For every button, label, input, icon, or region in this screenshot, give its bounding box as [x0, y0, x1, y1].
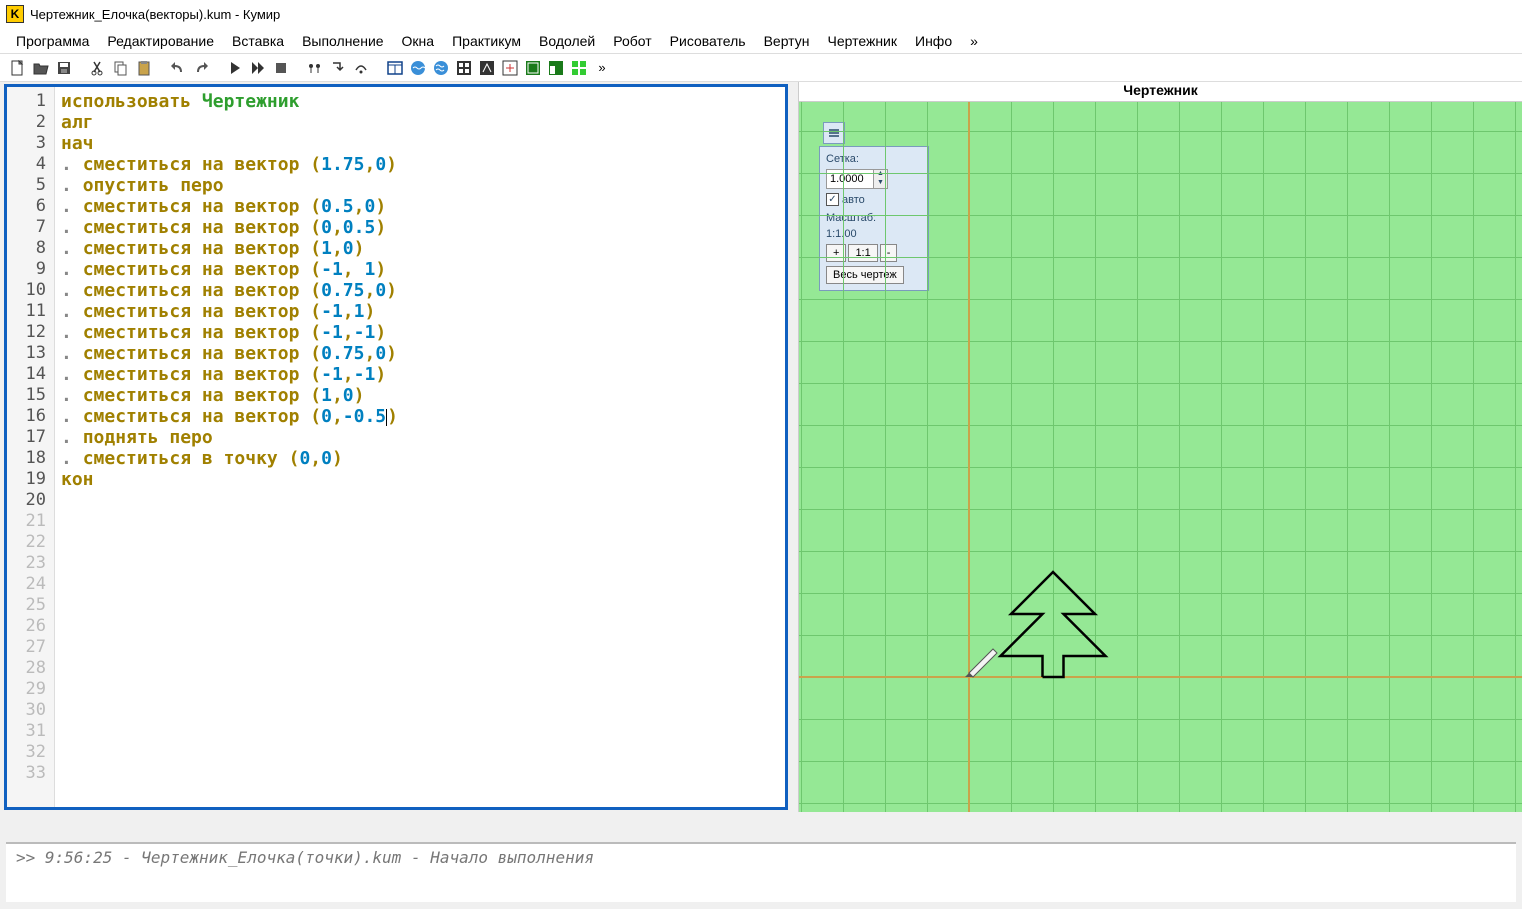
vertun-icon[interactable]	[500, 58, 520, 78]
save-file-icon[interactable]	[54, 58, 74, 78]
menu-Выполнение[interactable]: Выполнение	[294, 30, 391, 52]
toolbar: »	[0, 54, 1522, 82]
stop-icon[interactable]	[271, 58, 291, 78]
cut-icon[interactable]	[88, 58, 108, 78]
drafter2-icon[interactable]	[546, 58, 566, 78]
undo-icon[interactable]	[168, 58, 188, 78]
run-fast-icon[interactable]	[248, 58, 268, 78]
line-gutter: 1234567891011121314151617181920212223242…	[7, 87, 55, 807]
menu-Инфо[interactable]: Инфо	[907, 30, 960, 52]
step-icon[interactable]	[305, 58, 325, 78]
menu-Практикум[interactable]: Практикум	[444, 30, 529, 52]
menu-Редактирование[interactable]: Редактирование	[99, 30, 222, 52]
pen-icon	[965, 641, 1005, 681]
menu-Робот[interactable]: Робот	[605, 30, 659, 52]
title-bar: K Чертежник_Елочка(векторы).kum - Кумир	[0, 0, 1522, 28]
drafter-title: Чертежник	[799, 82, 1522, 102]
paste-icon[interactable]	[134, 58, 154, 78]
app-icon: K	[6, 5, 24, 23]
menu-Чертежник[interactable]: Чертежник	[819, 30, 905, 52]
main-area: 1234567891011121314151617181920212223242…	[0, 82, 1522, 812]
drafter-canvas[interactable]: Сетка: ▲▼ ✓ авто Масштаб: 1:1.00 + 1:1 -…	[799, 102, 1522, 812]
new-file-icon[interactable]	[8, 58, 28, 78]
redo-icon[interactable]	[191, 58, 211, 78]
menu-Рисователь[interactable]: Рисователь	[662, 30, 754, 52]
menu-Окна[interactable]: Окна	[394, 30, 443, 52]
toolbar-more[interactable]: »	[592, 58, 612, 78]
step-into-icon[interactable]	[328, 58, 348, 78]
menu-Программа[interactable]: Программа	[8, 30, 97, 52]
window-icon[interactable]	[385, 58, 405, 78]
menu-Водолей[interactable]: Водолей	[531, 30, 603, 52]
menu-bar: ПрограммаРедактированиеВставкаВыполнение…	[0, 28, 1522, 54]
code-editor[interactable]: 1234567891011121314151617181920212223242…	[4, 84, 788, 810]
robot-icon[interactable]	[454, 58, 474, 78]
copy-icon[interactable]	[111, 58, 131, 78]
painter-icon[interactable]	[477, 58, 497, 78]
step-over-icon[interactable]	[351, 58, 371, 78]
code-area[interactable]: использовать Чертежник алг нач . сместит…	[55, 87, 785, 807]
editor-panel: 1234567891011121314151617181920212223242…	[0, 82, 792, 812]
vodoley-icon[interactable]	[408, 58, 428, 78]
vodoley2-icon[interactable]	[431, 58, 451, 78]
drafter-icon[interactable]	[523, 58, 543, 78]
window-title: Чертежник_Елочка(векторы).kum - Кумир	[30, 7, 280, 22]
menu-Вставка[interactable]: Вставка	[224, 30, 292, 52]
menu-Вертун[interactable]: Вертун	[756, 30, 818, 52]
drafter-panel: Чертежник Сетка: ▲▼ ✓ авто Масштаб: 1:1.…	[798, 82, 1522, 812]
menu-»[interactable]: »	[962, 30, 986, 52]
tree-drawing	[799, 102, 1519, 812]
run-icon[interactable]	[225, 58, 245, 78]
console-output[interactable]: >> 9:56:25 - Чертежник_Елочка(точки).kum…	[6, 842, 1516, 902]
open-file-icon[interactable]	[31, 58, 51, 78]
grid4-icon[interactable]	[569, 58, 589, 78]
